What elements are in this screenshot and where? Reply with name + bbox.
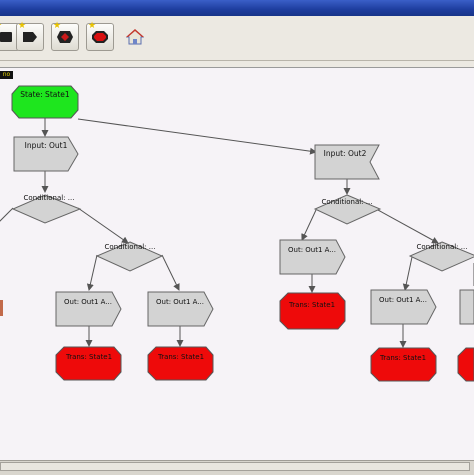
edge-cond3-to-out2: [161, 254, 180, 291]
conditional-node[interactable]: Conditional: ...: [313, 194, 382, 225]
transition-node-label: Trans: State1: [65, 353, 112, 361]
home-icon: [126, 29, 144, 45]
conditional-node[interactable]: Conditional: ...: [408, 241, 474, 272]
conditional-node-icon: [57, 31, 73, 43]
transition-node[interactable]: Trans: State1: [279, 292, 346, 330]
frame-label: no: [0, 71, 13, 79]
output-node-label: Out: Out1 A...: [288, 246, 336, 254]
home-button[interactable]: [121, 23, 149, 51]
offscreen-node-left: [0, 300, 3, 316]
toolbar: ★ ★ ★ ★: [0, 16, 474, 61]
transition-node-label: Trans: State1: [288, 301, 335, 309]
offscreen-output-node-right: [459, 289, 474, 325]
offscreen-transition-node-right: [457, 347, 474, 382]
diagram-canvas[interactable]: State: State1 Input: Out1 Input: Out2 Co…: [0, 68, 474, 460]
output-node-label: Out: Out1 A...: [379, 296, 427, 304]
input-node[interactable]: Input: Out2: [314, 144, 380, 180]
state-node-icon: [0, 32, 12, 42]
horizontal-scrollbar[interactable]: [0, 462, 470, 471]
window-title-bar: [0, 0, 474, 16]
toolbar-separator: [0, 61, 474, 68]
input-node-label: Input: Out2: [324, 149, 367, 158]
edge-cond1-left: [0, 207, 14, 222]
conditional-node[interactable]: Conditional: ...: [95, 241, 164, 272]
conditional-node[interactable]: Conditional: ...: [11, 194, 82, 224]
edge-cond2-to-cond4: [377, 209, 439, 244]
edge-cond3-to-out1: [86, 254, 98, 291]
transition-node[interactable]: Trans: State1: [147, 346, 214, 381]
add-conditional-button[interactable]: ★: [51, 21, 79, 51]
add-output-button[interactable]: ★: [16, 21, 44, 51]
add-transition-button[interactable]: ★: [86, 21, 114, 51]
input-node[interactable]: Input: Out1: [13, 136, 79, 172]
output-node[interactable]: Out: Out1 A...: [147, 291, 214, 327]
edge-cond2-to-out3: [301, 209, 317, 241]
output-node-icon: [23, 32, 37, 42]
input-node-label: Input: Out1: [25, 141, 68, 150]
conditional-node-label: Conditional: ...: [417, 243, 468, 251]
transition-node-icon: [92, 31, 108, 43]
output-node[interactable]: Out: Out1 A...: [279, 239, 346, 275]
conditional-node-label: Conditional: ...: [24, 194, 75, 202]
output-node[interactable]: Out: Out1 A...: [55, 291, 122, 327]
output-node[interactable]: Out: Out1 A...: [370, 289, 437, 325]
conditional-node-label: Conditional: ...: [322, 198, 373, 206]
state-node-label: State: State1: [20, 90, 70, 99]
state-diagram: State: State1 Input: Out1 Input: Out2 Co…: [0, 85, 474, 382]
edge-cond1-to-cond3: [77, 207, 129, 244]
edge-cond4-to-out4: [402, 256, 413, 291]
transition-node-label: Trans: State1: [157, 353, 204, 361]
edge-state-to-input2: [77, 118, 317, 155]
transition-node[interactable]: Trans: State1: [55, 346, 122, 381]
transition-node-label: Trans: State1: [379, 354, 426, 362]
output-node-label: Out: Out1 A...: [64, 298, 112, 306]
transition-node[interactable]: Trans: State1: [370, 347, 437, 382]
conditional-node-label: Conditional: ...: [105, 243, 156, 251]
output-node-label: Out: Out1 A...: [156, 298, 204, 306]
state-node[interactable]: State: State1: [11, 85, 79, 119]
